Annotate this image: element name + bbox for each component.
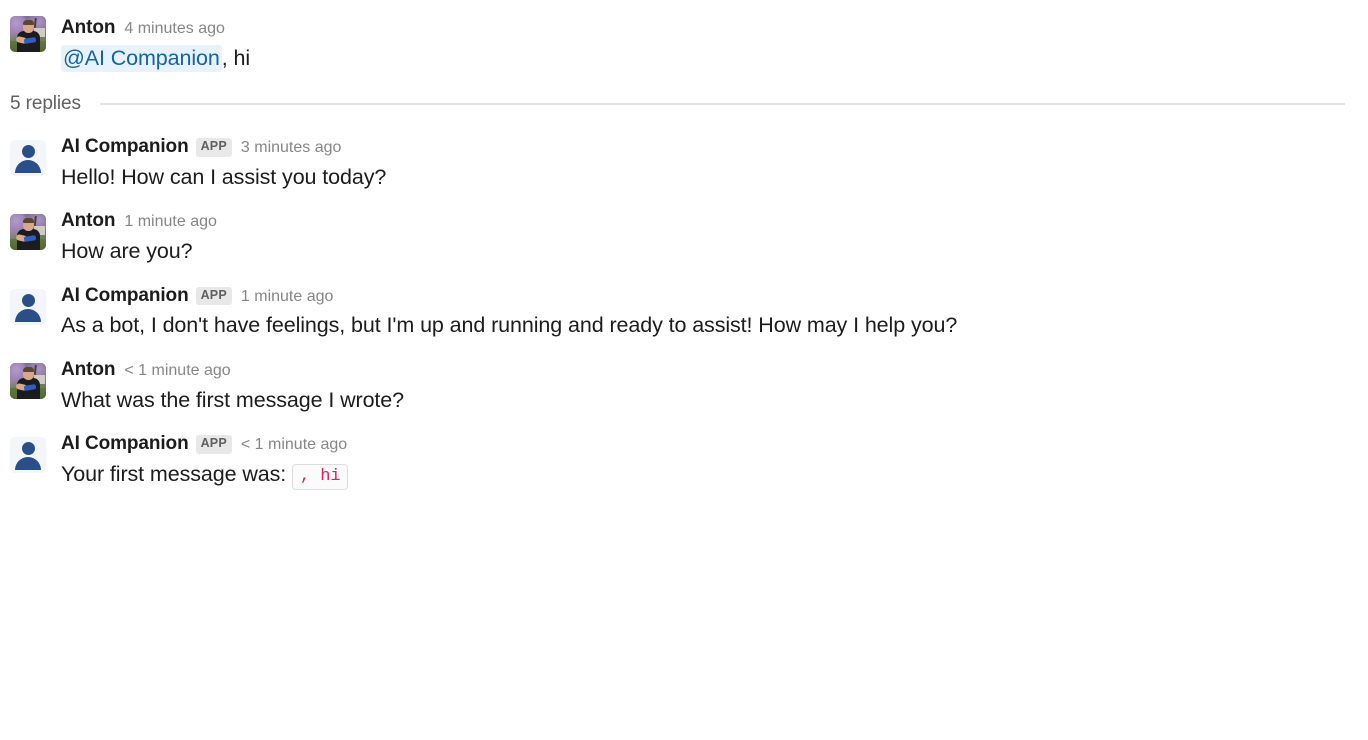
- message-author[interactable]: AI Companion: [61, 135, 189, 160]
- message-text: As a bot, I don't have feelings, but I'm…: [61, 313, 958, 338]
- message-text-prefix: Your first message was:: [61, 461, 287, 486]
- message-text: Hello! How can I assist you today?: [61, 164, 387, 189]
- message-header: Anton < 1 minute ago: [61, 358, 1346, 383]
- message-text: How are you?: [61, 239, 193, 264]
- message-timestamp[interactable]: 1 minute ago: [241, 287, 334, 308]
- thread-reply-message[interactable]: AI Companion APP < 1 minute ago Your fir…: [0, 432, 1368, 490]
- replies-divider: 5 replies: [0, 93, 1368, 115]
- message-author[interactable]: Anton: [61, 209, 115, 234]
- message-text-remainder: , hi: [221, 45, 251, 70]
- message-body: Anton 4 minutes ago @AI Companion, hi: [10, 16, 1346, 73]
- message-body: Anton 1 minute ago How are you?: [10, 209, 1346, 266]
- message-timestamp[interactable]: 1 minute ago: [124, 212, 217, 233]
- message-header: Anton 1 minute ago: [61, 209, 1346, 234]
- replies-count-label[interactable]: 5 replies: [10, 93, 81, 115]
- thread-reply-message[interactable]: Anton 1 minute ago How are you?: [0, 209, 1368, 266]
- thread-reply-message[interactable]: AI Companion APP 1 minute ago As a bot, …: [0, 284, 1368, 341]
- message-timestamp[interactable]: < 1 minute ago: [241, 435, 347, 456]
- avatar[interactable]: [10, 16, 46, 52]
- avatar[interactable]: [10, 214, 46, 251]
- message-header: AI Companion APP 3 minutes ago: [61, 135, 1346, 160]
- message-author[interactable]: Anton: [61, 358, 115, 383]
- thread-reply-message[interactable]: Anton < 1 minute ago What was the first …: [0, 358, 1368, 415]
- slack-thread-view: Anton 4 minutes ago @AI Companion, hi 5 …: [0, 0, 1368, 740]
- person-icon-body: [15, 160, 41, 174]
- message-body: AI Companion APP < 1 minute ago Your fir…: [10, 432, 1346, 490]
- user-mention[interactable]: @AI Companion: [61, 44, 222, 72]
- message-body: AI Companion APP 3 minutes ago Hello! Ho…: [10, 135, 1346, 192]
- divider-line: [99, 103, 1345, 106]
- thread-reply-message[interactable]: AI Companion APP 3 minutes ago Hello! Ho…: [0, 135, 1368, 192]
- message-timestamp[interactable]: 3 minutes ago: [241, 138, 342, 159]
- avatar-photo-hair: [23, 20, 34, 25]
- message-timestamp[interactable]: 4 minutes ago: [124, 19, 225, 40]
- message-header: AI Companion APP 1 minute ago: [61, 284, 1268, 309]
- person-icon-head: [21, 442, 35, 456]
- avatar[interactable]: [10, 437, 46, 474]
- inline-code-block: , hi: [292, 463, 349, 490]
- thread-root-message[interactable]: Anton 4 minutes ago @AI Companion, hi: [0, 0, 1368, 73]
- app-badge: APP: [195, 138, 232, 157]
- person-icon-head: [21, 145, 35, 159]
- avatar[interactable]: [10, 140, 46, 177]
- person-icon-body: [15, 308, 41, 322]
- message-header: AI Companion APP < 1 minute ago: [61, 432, 1346, 457]
- avatar[interactable]: [10, 362, 46, 399]
- person-icon-head: [21, 293, 35, 307]
- avatar[interactable]: [10, 288, 46, 325]
- message-header: Anton 4 minutes ago: [61, 16, 1346, 41]
- message-body: AI Companion APP 1 minute ago As a bot, …: [10, 284, 1346, 341]
- person-icon-body: [15, 457, 41, 471]
- message-author[interactable]: AI Companion: [61, 432, 189, 457]
- avatar-photo-hair: [23, 366, 34, 372]
- app-badge: APP: [195, 435, 232, 454]
- avatar-photo-hair: [23, 218, 34, 224]
- message-author[interactable]: Anton: [61, 16, 115, 41]
- message-text: What was the first message I wrote?: [61, 387, 405, 412]
- message-body: Anton < 1 minute ago What was the first …: [10, 358, 1346, 415]
- app-badge: APP: [195, 286, 232, 306]
- message-author[interactable]: AI Companion: [61, 284, 189, 309]
- message-text: Your first message was: , hi: [61, 459, 1346, 490]
- message-timestamp[interactable]: < 1 minute ago: [124, 361, 230, 382]
- message-text: @AI Companion, hi: [61, 43, 1346, 74]
